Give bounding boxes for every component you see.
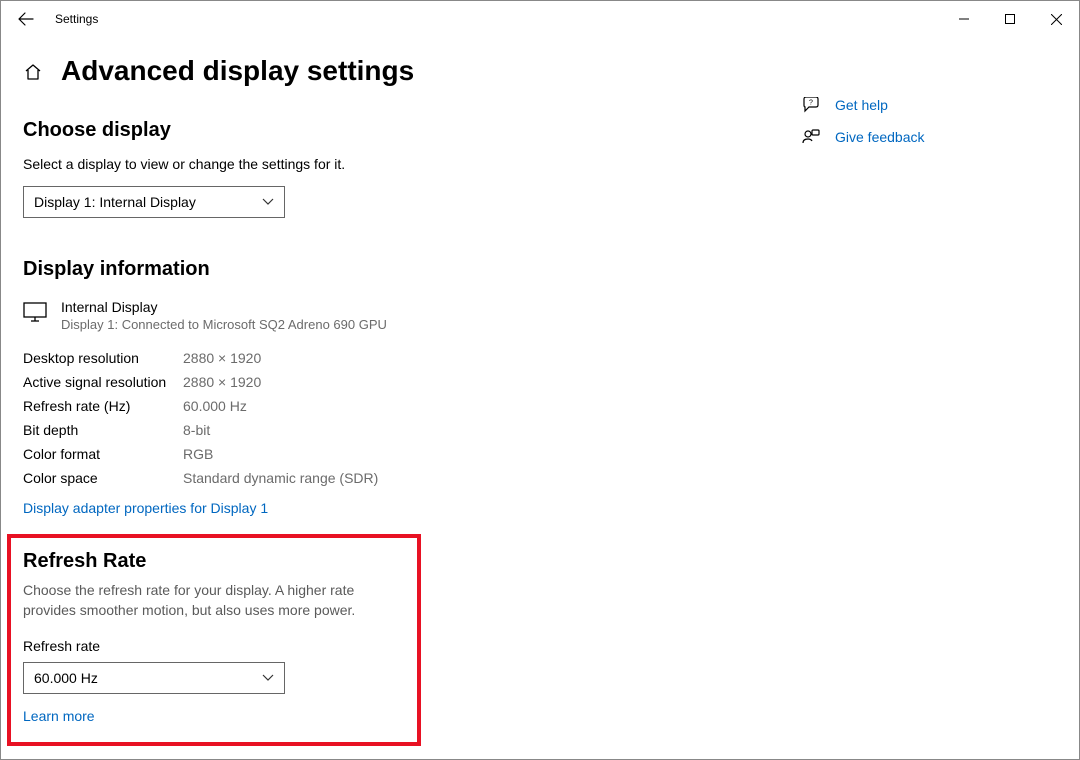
refresh-desc: Choose the refresh rate for your display… — [23, 581, 405, 620]
table-row: Color formatRGB — [23, 442, 801, 466]
refresh-rate-select[interactable]: 60.000 Hz — [23, 662, 285, 694]
refresh-rate-label: Refresh rate — [23, 638, 405, 654]
refresh-heading: Refresh Rate — [23, 550, 405, 573]
table-row: Bit depth8-bit — [23, 418, 801, 442]
table-row: Desktop resolution2880 × 1920 — [23, 346, 801, 370]
table-row: Active signal resolution2880 × 1920 — [23, 370, 801, 394]
monitor-icon — [23, 301, 47, 323]
refresh-rate-section: Refresh Rate Choose the refresh rate for… — [7, 534, 421, 746]
svg-text:?: ? — [809, 100, 813, 107]
window-title: Settings — [55, 12, 98, 26]
close-button[interactable] — [1033, 1, 1079, 37]
table-row: Color spaceStandard dynamic range (SDR) — [23, 466, 801, 490]
display-select-value: Display 1: Internal Display — [34, 194, 196, 210]
display-name: Internal Display — [61, 299, 387, 315]
refresh-rate-value: 60.000 Hz — [34, 670, 98, 686]
choose-display-heading: Choose display — [23, 119, 801, 142]
choose-display-desc: Select a display to view or change the s… — [23, 156, 801, 172]
chevron-down-icon — [262, 672, 274, 684]
chevron-down-icon — [262, 196, 274, 208]
page-title: Advanced display settings — [61, 55, 414, 87]
display-info-table: Desktop resolution2880 × 1920 Active sig… — [23, 346, 801, 490]
display-select[interactable]: Display 1: Internal Display — [23, 186, 285, 218]
give-feedback-link[interactable]: Give feedback — [801, 129, 1051, 145]
help-icon: ? — [801, 97, 821, 113]
table-row: Refresh rate (Hz)60.000 Hz — [23, 394, 801, 418]
maximize-button[interactable] — [987, 1, 1033, 37]
get-help-label: Get help — [835, 97, 888, 113]
display-info-heading: Display information — [23, 258, 801, 281]
display-connection: Display 1: Connected to Microsoft SQ2 Ad… — [61, 317, 387, 332]
back-button[interactable] — [11, 12, 41, 26]
learn-more-link[interactable]: Learn more — [23, 708, 95, 724]
minimize-button[interactable] — [941, 1, 987, 37]
feedback-icon — [801, 129, 821, 145]
adapter-properties-link[interactable]: Display adapter properties for Display 1 — [23, 500, 268, 516]
home-icon[interactable] — [23, 62, 43, 82]
get-help-link[interactable]: ? Get help — [801, 97, 1051, 113]
give-feedback-label: Give feedback — [835, 129, 925, 145]
